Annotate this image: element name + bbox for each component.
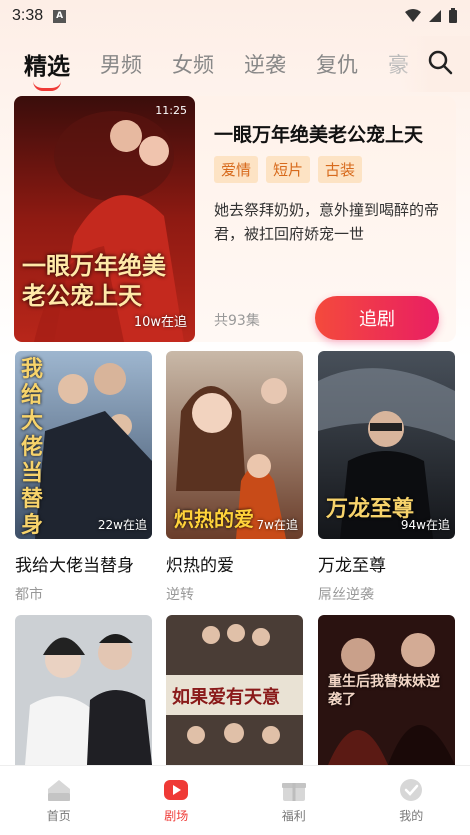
bottom-navigation: 首页 剧场 福利 我的	[0, 765, 470, 835]
drama-cover-title: 炽热的爱	[174, 507, 254, 531]
featured-title[interactable]: 一眼万年绝美老公宠上天	[214, 120, 423, 147]
genre-tag: 古装	[318, 156, 363, 183]
tab-male[interactable]: 男频	[100, 49, 142, 79]
episode-count: 共93集	[214, 313, 260, 329]
drama-card[interactable]: 万龙至尊 94w在追 万龙至尊 屌丝逆袭	[318, 351, 455, 604]
drama-cover[interactable]: 如果爱有天意	[166, 615, 303, 765]
nav-label: 剧场	[164, 809, 189, 823]
nav-profile[interactable]: 我的	[353, 766, 470, 835]
drama-card[interactable]	[15, 615, 152, 765]
drama-cover[interactable]: 重生后我替妹妹逆袭了	[318, 615, 455, 765]
genre-tags: 爱情 短片 古装	[214, 156, 363, 183]
featured-cover[interactable]: 一眼万年绝美老公宠上天 11:25 10w在追	[14, 96, 195, 342]
profile-icon	[400, 779, 423, 801]
signal-icon	[429, 10, 441, 22]
nav-theater[interactable]: 剧场	[118, 766, 236, 835]
search-icon[interactable]	[426, 48, 454, 76]
featured-cover-title: 一眼万年绝美老公宠上天	[22, 251, 166, 310]
theater-play-icon	[164, 780, 189, 800]
featured-drama-card[interactable]: 一眼万年绝美老公宠上天 11:25 10w在追 一眼万年绝美老公宠上天 爱情 短…	[14, 96, 456, 342]
drama-cover-title: 我给大佬当替身	[21, 357, 44, 538]
genre-tag: 短片	[266, 156, 311, 183]
drama-genre: 都市	[15, 587, 43, 603]
drama-cover-image	[15, 615, 152, 765]
featured-views: 10w在追	[133, 315, 187, 330]
drama-views: 22w在追	[97, 518, 147, 532]
nav-label: 首页	[46, 809, 71, 823]
drama-title[interactable]: 炽热的爱	[166, 551, 303, 576]
drama-views: 94w在追	[400, 518, 450, 532]
nav-home[interactable]: 首页	[0, 766, 118, 835]
active-tab-indicator	[33, 81, 61, 91]
notification-icon: A	[53, 9, 67, 23]
battery-icon	[449, 8, 457, 23]
drama-genre: 逆转	[166, 587, 194, 603]
genre-tag: 爱情	[214, 156, 259, 183]
drama-card[interactable]: 炽热的爱 7w在追 炽热的爱 逆转	[166, 351, 303, 604]
drama-cover[interactable]: 我给大佬当替身 22w在追	[15, 351, 152, 539]
tab-revenge[interactable]: 复仇	[316, 49, 358, 79]
category-tabs: 精选 男频 女频 逆袭 复仇 豪	[0, 36, 470, 92]
cover-time: 11:25	[155, 104, 187, 117]
drama-cover-title: 如果爱有天意	[172, 687, 280, 708]
nav-welfare[interactable]: 福利	[235, 766, 353, 835]
nav-label: 我的	[399, 809, 424, 823]
drama-cover-title: 重生后我替妹妹逆袭了	[328, 674, 440, 708]
tab-female[interactable]: 女频	[172, 49, 214, 79]
status-time: 3:38	[12, 7, 44, 24]
drama-views: 7w在追	[256, 518, 298, 532]
tab-label: 精选	[24, 54, 70, 80]
drama-card[interactable]: 重生后我替妹妹逆袭了	[318, 615, 455, 765]
home-icon	[47, 780, 70, 801]
drama-cover[interactable]	[15, 615, 152, 765]
tab-featured[interactable]: 精选	[24, 47, 70, 91]
drama-title[interactable]: 我给大佬当替身	[15, 551, 152, 576]
nav-label: 福利	[281, 809, 306, 823]
gift-icon	[281, 783, 306, 801]
drama-genre: 屌丝逆袭	[318, 587, 374, 603]
wifi-icon	[405, 9, 421, 22]
status-bar: 3:38 A	[0, 0, 470, 32]
drama-card[interactable]: 如果爱有天意	[166, 615, 303, 765]
drama-card[interactable]: 我给大佬当替身 22w在追 我给大佬当替身 都市	[15, 351, 152, 604]
drama-cover[interactable]: 炽热的爱 7w在追	[166, 351, 303, 539]
drama-cover[interactable]: 万龙至尊 94w在追	[318, 351, 455, 539]
status-icons	[404, 8, 458, 24]
featured-description: 她去祭拜奶奶，意外撞到喝醉的帝君，被扛回府娇宠一世	[214, 201, 440, 243]
tab-comeback[interactable]: 逆袭	[244, 49, 286, 79]
follow-drama-button[interactable]: 追剧	[315, 296, 439, 340]
drama-title[interactable]: 万龙至尊	[318, 551, 455, 576]
